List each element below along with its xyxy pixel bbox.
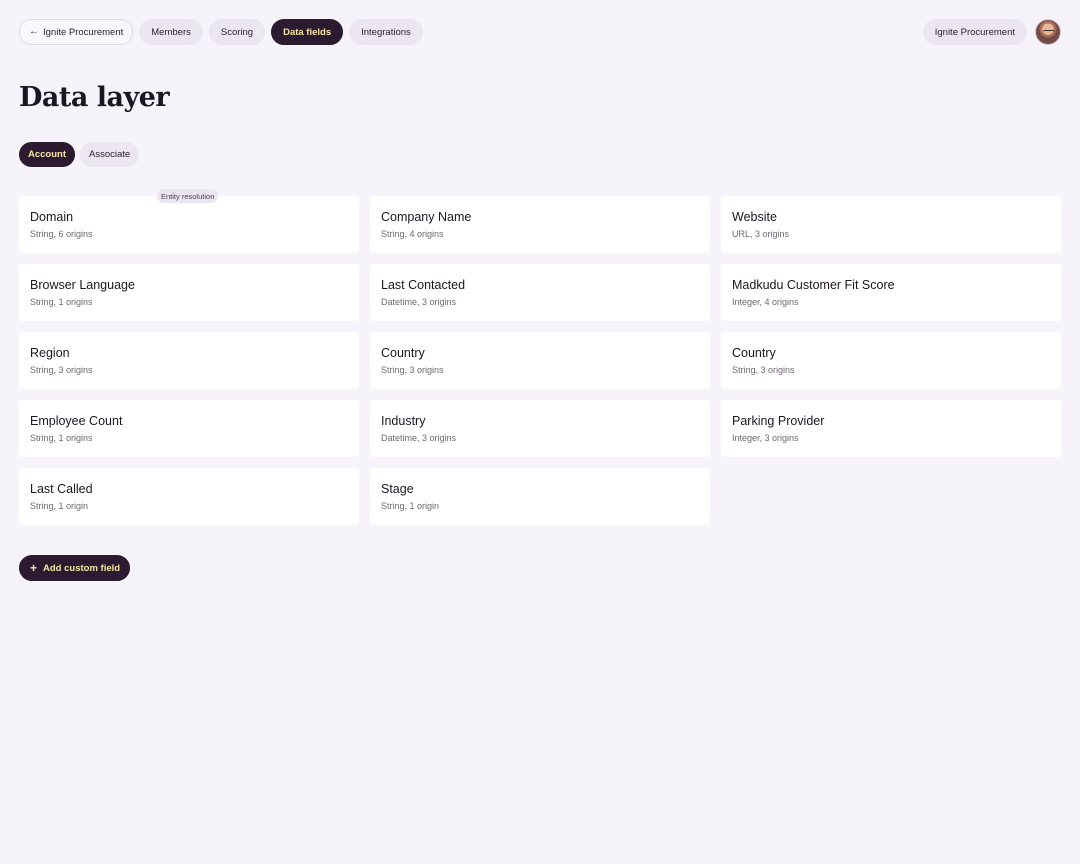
back-button-label: Ignite Procurement bbox=[43, 26, 124, 38]
field-name: Browser Language bbox=[30, 278, 135, 292]
organization-switcher[interactable]: Ignite Procurement bbox=[922, 19, 1027, 45]
entity-resolution-badge: Entity resolution bbox=[157, 189, 219, 203]
field-card-stage[interactable]: Stage String, 1 origin bbox=[370, 468, 710, 525]
field-name: Company Name bbox=[381, 210, 472, 224]
field-name: Stage bbox=[381, 482, 414, 496]
add-custom-field-button[interactable]: + Add custom field bbox=[19, 555, 131, 581]
field-name: Country bbox=[732, 346, 776, 360]
field-card-employee-count[interactable]: Employee Count String, 1 origins bbox=[19, 400, 359, 457]
field-card-parking-provider[interactable]: Parking Provider Integer, 3 origins bbox=[721, 400, 1061, 457]
tab-scoring[interactable]: Scoring bbox=[208, 19, 266, 45]
field-meta: String, 1 origin bbox=[381, 501, 440, 511]
field-meta: String, 3 origins bbox=[732, 365, 795, 375]
field-name: Website bbox=[732, 210, 777, 224]
field-card-country-2[interactable]: Country String, 3 origins bbox=[721, 332, 1061, 389]
field-meta: Datetime, 3 origins bbox=[381, 297, 457, 307]
field-card-website[interactable]: Website URL, 3 origins bbox=[721, 196, 1061, 253]
add-custom-field-label: Add custom field bbox=[43, 562, 121, 574]
field-meta: String, 6 origins bbox=[30, 229, 93, 239]
account-area: Ignite Procurement bbox=[922, 19, 1061, 45]
field-name: Region bbox=[30, 346, 70, 360]
field-name: Last Contacted bbox=[381, 278, 466, 292]
field-card-domain[interactable]: Entity resolution Domain String, 6 origi… bbox=[19, 189, 359, 253]
plus-icon: + bbox=[30, 561, 38, 575]
top-navigation: ← Ignite Procurement Members Scoring Dat… bbox=[19, 19, 1061, 45]
tab-account[interactable]: Account bbox=[19, 142, 75, 167]
field-name: Last Called bbox=[30, 482, 93, 496]
field-meta: Integer, 3 origins bbox=[732, 433, 799, 443]
back-button[interactable]: ← Ignite Procurement bbox=[19, 19, 134, 45]
entity-tabs: Account Associate bbox=[19, 142, 140, 167]
field-name: Parking Provider bbox=[732, 414, 825, 428]
field-meta: Datetime, 3 origins bbox=[381, 433, 457, 443]
field-meta: URL, 3 origins bbox=[732, 229, 790, 239]
field-name: Domain bbox=[30, 210, 74, 224]
tab-integrations[interactable]: Integrations bbox=[349, 19, 423, 45]
data-fields-grid: Entity resolution Domain String, 6 origi… bbox=[19, 189, 1061, 525]
field-meta: String, 4 origins bbox=[381, 229, 444, 239]
tab-members[interactable]: Members bbox=[139, 19, 203, 45]
field-card-last-contacted[interactable]: Last Contacted Datetime, 3 origins bbox=[370, 264, 710, 321]
field-card-company-name[interactable]: Company Name String, 4 origins bbox=[370, 196, 710, 253]
field-name: Employee Count bbox=[30, 414, 123, 428]
tab-associate[interactable]: Associate bbox=[80, 142, 140, 167]
tab-data-fields[interactable]: Data fields bbox=[271, 19, 344, 45]
field-name: Industry bbox=[381, 414, 426, 428]
field-name: Madkudu Customer Fit Score bbox=[732, 278, 895, 292]
field-meta: String, 3 origins bbox=[30, 365, 93, 375]
field-meta: Integer, 4 origins bbox=[732, 297, 799, 307]
field-name: Country bbox=[381, 346, 425, 360]
field-card-industry[interactable]: Industry Datetime, 3 origins bbox=[370, 400, 710, 457]
page-title: Data layer bbox=[19, 82, 170, 113]
field-card-last-called[interactable]: Last Called String, 1 origin bbox=[19, 468, 359, 525]
field-card-browser-language[interactable]: Browser Language String, 1 origins bbox=[19, 264, 359, 321]
field-meta: String, 1 origin bbox=[30, 501, 89, 511]
field-card-region[interactable]: Region String, 3 origins bbox=[19, 332, 359, 389]
field-card-country[interactable]: Country String, 3 origins bbox=[370, 332, 710, 389]
field-meta: String, 1 origins bbox=[30, 297, 93, 307]
nav-tabs: ← Ignite Procurement Members Scoring Dat… bbox=[19, 19, 423, 45]
field-meta: String, 1 origins bbox=[30, 433, 93, 443]
field-card-madkudu-customer-fit-score[interactable]: Madkudu Customer Fit Score Integer, 4 or… bbox=[721, 264, 1061, 321]
arrow-left-icon: ← bbox=[29, 26, 39, 37]
user-avatar[interactable] bbox=[1035, 19, 1061, 45]
field-meta: String, 3 origins bbox=[381, 365, 444, 375]
